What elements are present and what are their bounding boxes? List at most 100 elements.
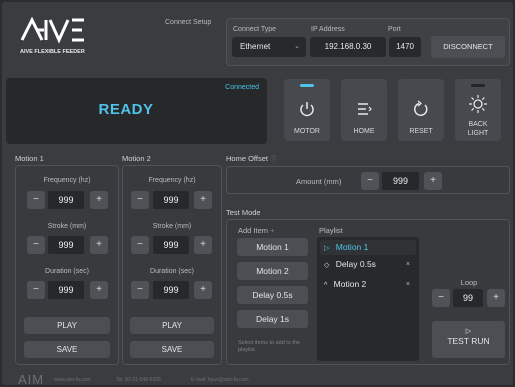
footer-web: www.aim-fa.com [54,377,91,383]
reset-button[interactable]: RESET [398,79,444,141]
motion1-duration-input[interactable]: 999 [48,281,84,299]
motion1-title: Motion 1 [15,154,44,163]
loop-input[interactable]: 99 [453,289,483,307]
status-display: Connected READY [6,78,267,144]
motion2-frequency-label: Frequency (hz) [148,177,196,184]
port-label: Port [388,26,401,33]
motion1-frequency-label: Frequency (hz) [43,177,91,184]
backlight-icon [469,95,487,113]
motion1-duration-label: Duration (sec) [45,268,89,275]
move-up-icon: ^ [324,282,328,289]
motion2-stroke-decrement[interactable]: − [131,236,149,254]
home-offset-amount-input[interactable]: 999 [382,172,419,190]
add-delay-1s-button[interactable]: Delay 1s [237,310,308,328]
motion1-duration-decrement[interactable]: − [27,281,45,299]
brand-logo: AIVE FLEXIBLE FEEDER [20,16,100,56]
motor-button[interactable]: MOTOR [284,79,330,141]
home-label: HOME [353,128,375,135]
add-item-label: Add Item + [238,226,275,235]
motion1-stroke-label: Stroke (mm) [47,223,87,230]
playlist[interactable]: ▷ Motion 1 ◇ Delay 0.5s × ^ Motion 2 × [317,237,419,361]
motion2-save-button[interactable]: SAVE [130,341,214,358]
add-item-hint: Select items to add to the playlist [238,340,301,353]
reorder-icon: ◇ [324,262,330,269]
motor-label: MOTOR [294,128,320,135]
app-window: AIVE FLEXIBLE FEEDER Connect Setup Conne… [2,2,513,387]
motor-indicator [300,84,314,87]
motion2-duration-decrement[interactable]: − [131,281,149,299]
motion1-frequency-decrement[interactable]: − [27,191,45,209]
motion2-duration-input[interactable]: 999 [153,281,189,299]
connect-setup-label: Connect Setup [165,19,212,26]
add-item-label-text: Add Item [238,226,269,235]
home-menu-icon [358,103,372,115]
playlist-label: Playlist [319,226,343,235]
remove-icon[interactable]: × [406,277,410,292]
motion1-duration-increment[interactable]: + [90,281,108,299]
home-offset-title: Home Offset ⓘ [226,154,276,163]
disconnect-button[interactable]: DISCONNECT [431,36,505,58]
playlist-item[interactable]: ^ Motion 2 × [320,277,416,292]
home-offset-amount-label: Amount (mm) [296,177,342,186]
test-run-label: TEST RUN [447,336,490,346]
play-icon: ▷ [465,328,472,335]
add-motion2-button[interactable]: Motion 2 [237,262,308,280]
playlist-item-label: Delay 0.5s [335,259,376,269]
loop-label: Loop [460,278,478,287]
connection-status: Connected [225,84,259,91]
power-icon [300,102,314,117]
motion2-duration-label: Duration (sec) [150,268,194,275]
test-run-button[interactable]: ▷ TEST RUN [432,321,505,358]
loop-increment[interactable]: + [487,289,505,307]
playlist-item-label: Motion 1 [335,242,369,252]
motion2-stroke-input[interactable]: 999 [153,236,189,254]
test-mode-title: Test Mode [226,208,261,217]
footer-tel: Tel. 82-31-548-6368 [116,377,161,383]
port-input[interactable]: 1470 [389,37,421,57]
loop-decrement[interactable]: − [432,289,450,307]
footer-logo: AIM [18,372,45,387]
motion2-stroke-increment[interactable]: + [194,236,212,254]
connect-type-select[interactable]: Ethernet ⌄ [232,37,306,57]
motion1-stroke-input[interactable]: 999 [48,236,84,254]
motion1-save-button[interactable]: SAVE [24,341,110,358]
motion2-frequency-increment[interactable]: + [194,191,212,209]
connect-type-value: Ethernet [240,42,271,51]
motion2-frequency-decrement[interactable]: − [131,191,149,209]
motion2-duration-increment[interactable]: + [194,281,212,299]
aive-logo-icon [20,16,84,44]
motion1-stroke-increment[interactable]: + [90,236,108,254]
remove-icon[interactable]: × [406,257,410,272]
backlight-label: BACK LIGHT [467,121,489,137]
add-motion1-button[interactable]: Motion 1 [237,238,308,256]
add-delay-0-5s-button[interactable]: Delay 0.5s [237,286,308,304]
footer-email: E-mail: hyun@aim-fa.com [191,377,249,383]
plus-icon: + [270,226,275,235]
reset-label: RESET [409,128,433,135]
playlist-item-label: Motion 2 [333,279,367,289]
play-icon: ▷ [324,245,330,252]
motion1-frequency-increment[interactable]: + [90,191,108,209]
home-offset-decrement[interactable]: − [361,172,379,190]
reset-icon [414,100,428,116]
motion1-frequency-input[interactable]: 999 [48,191,84,209]
ip-address-input[interactable]: 192.168.0.30 [310,37,386,57]
chevron-down-icon: ⌄ [294,43,300,50]
backlight-button[interactable]: BACK LIGHT [455,79,501,141]
playlist-item[interactable]: ▷ Motion 1 [320,240,416,255]
motion1-stroke-decrement[interactable]: − [27,236,45,254]
home-button[interactable]: HOME [341,79,387,141]
backlight-indicator [471,84,485,87]
info-icon: ⓘ [270,157,277,163]
motion2-title: Motion 2 [122,154,151,163]
motion2-play-button[interactable]: PLAY [130,317,214,334]
motion2-stroke-label: Stroke (mm) [152,223,192,230]
home-offset-increment[interactable]: + [424,172,442,190]
motion1-play-button[interactable]: PLAY [24,317,110,334]
ip-address-label: IP Address [311,26,345,33]
machine-state: READY [98,101,154,118]
connect-type-label: Connect Type [233,26,277,33]
home-offset-title-text: Home Offset [226,154,268,163]
playlist-item[interactable]: ◇ Delay 0.5s × [320,257,416,272]
motion2-frequency-input[interactable]: 999 [153,191,189,209]
